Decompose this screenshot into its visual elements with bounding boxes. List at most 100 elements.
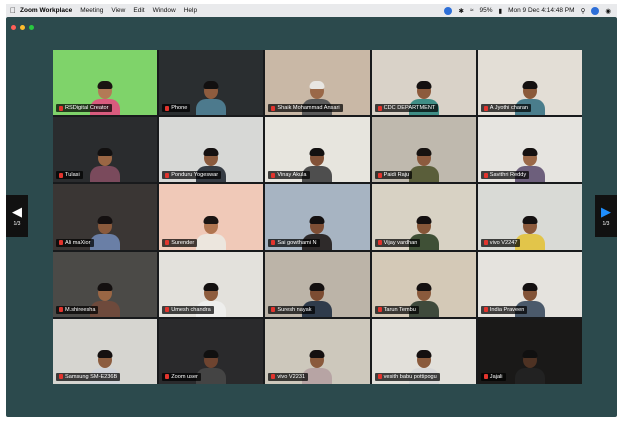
participant-name: Samsung SM-E236B: [65, 373, 118, 380]
participant-tile[interactable]: A Jyothi charan: [477, 50, 582, 116]
participant-tile[interactable]: Tulasi: [53, 117, 158, 183]
wifi-icon[interactable]: ≈: [470, 7, 474, 14]
menu-window[interactable]: Window: [153, 7, 176, 14]
participant-name: Tarun Tembu: [383, 306, 416, 313]
participant-tile[interactable]: Zoom user: [159, 318, 264, 384]
mac-menu-bar:  Zoom Workplace Meeting View Edit Windo…: [6, 4, 617, 17]
participant-video-figure: [514, 349, 545, 384]
participant-tile[interactable]: Surender: [159, 184, 264, 250]
participant-tile[interactable]: RSDigital Creator: [53, 50, 158, 116]
participant-name-label: Surender: [162, 238, 198, 247]
participant-tile[interactable]: Umesh chandra: [159, 251, 264, 317]
participant-name: Phone: [171, 105, 188, 112]
participant-tile[interactable]: CDC DEPARTMENT: [371, 50, 476, 116]
prev-page-indicator: 1/3: [13, 221, 21, 227]
menu-edit[interactable]: Edit: [133, 7, 144, 14]
participant-name-label: India Praveen: [480, 305, 528, 314]
participant-tile[interactable]: Ali maXior: [53, 184, 158, 250]
participant-name: Sai gowthami N: [277, 239, 317, 246]
menu-meeting[interactable]: Meeting: [80, 7, 103, 14]
close-window-icon[interactable]: [11, 25, 16, 30]
participant-tile[interactable]: Vinay Akula: [265, 117, 370, 183]
bluetooth-icon[interactable]: ✱: [458, 7, 463, 15]
participant-tile[interactable]: vesith babu pottipogu: [371, 318, 476, 384]
participant-name: Ali maXior: [65, 239, 91, 246]
minimize-window-icon[interactable]: [20, 25, 25, 30]
participant-tile[interactable]: Vijay vardhan: [371, 184, 476, 250]
participant-name: Zoom user: [171, 373, 198, 380]
participant-name-label: Umesh chandra: [162, 305, 214, 314]
participant-name-label: Paidi Raju: [374, 171, 413, 180]
participant-name: India Praveen: [489, 306, 525, 313]
muted-mic-icon: [271, 374, 276, 380]
participant-name: M.shireesha: [65, 306, 96, 313]
muted-mic-icon: [165, 374, 170, 380]
zoom-meeting-window: ◀ 1/3 ▶ 1/3 RSDigital Creator Phone Shaik …: [6, 17, 617, 417]
participant-name: Suresh nayak: [277, 306, 312, 313]
menu-app-name[interactable]: Zoom Workplace: [20, 7, 72, 14]
participant-video-figure: [90, 215, 121, 250]
clock[interactable]: Mon 9 Dec 4:14:48 PM: [508, 7, 574, 14]
participant-name-label: Tulasi: [56, 171, 83, 180]
muted-mic-icon: [483, 307, 488, 313]
participant-tile[interactable]: Paidi Raju: [371, 117, 476, 183]
participant-name: CDC DEPARTMENT: [383, 105, 436, 112]
participant-name: Shaik Mohammad Ansari: [277, 105, 340, 112]
control-center-icon[interactable]: [591, 6, 600, 15]
desktop-screen:  Zoom Workplace Meeting View Edit Windo…: [0, 0, 623, 421]
participant-tile[interactable]: vivo V2247: [477, 184, 582, 250]
chevron-right-icon: ▶: [601, 204, 611, 219]
status-area: ✱ ≈ 95% ▮ Mon 9 Dec 4:14:48 PM ⚲ ◉: [444, 6, 617, 15]
participant-tile[interactable]: Shaik Mohammad Ansari: [265, 50, 370, 116]
participant-name-label: RSDigital Creator: [56, 104, 112, 113]
participant-name-label: Zoom user: [162, 372, 201, 381]
participant-name-label: Vijay vardhan: [374, 238, 421, 247]
participant-tile[interactable]: M.shireesha: [53, 251, 158, 317]
muted-mic-icon: [377, 374, 382, 380]
muted-mic-icon: [483, 240, 488, 246]
participant-tile[interactable]: Jajali: [477, 318, 582, 384]
participant-tile[interactable]: India Praveen: [477, 251, 582, 317]
menu-help[interactable]: Help: [184, 7, 197, 14]
participant-name-label: Shaik Mohammad Ansari: [268, 104, 343, 113]
participant-tile[interactable]: Sai gowthami N: [265, 184, 370, 250]
apple-icon[interactable]: : [6, 6, 20, 15]
participant-tile[interactable]: Ponduru Yogeswar: [159, 117, 264, 183]
muted-mic-icon: [59, 307, 63, 313]
spotlight-icon[interactable]: ⚲: [581, 7, 586, 15]
participant-name-label: Vinay Akula: [268, 171, 310, 180]
muted-mic-icon: [59, 240, 63, 246]
participant-name: vivo V2247: [489, 239, 518, 246]
participant-name-label: Phone: [162, 104, 191, 113]
menu-view[interactable]: View: [111, 7, 125, 14]
participant-tile[interactable]: Samsung SM-E236B: [53, 318, 158, 384]
muted-mic-icon: [271, 105, 276, 111]
muted-mic-icon: [271, 172, 276, 178]
chevron-left-icon: ◀: [12, 204, 22, 219]
participant-video-figure: [196, 215, 227, 250]
participant-name-label: A Jyothi charan: [480, 104, 532, 113]
muted-mic-icon: [483, 105, 488, 111]
battery-percent[interactable]: 95%: [479, 7, 492, 14]
battery-icon: ▮: [498, 7, 503, 15]
participant-name: Jajali: [489, 373, 503, 380]
participant-name-label: Ponduru Yogeswar: [162, 171, 222, 180]
participant-video-figure: [408, 148, 439, 183]
siri-icon[interactable]: ◉: [605, 7, 611, 15]
participant-name: Ponduru Yogeswar: [171, 172, 219, 179]
participant-tile[interactable]: Savithri Reddy: [477, 117, 582, 183]
participant-tile[interactable]: Tarun Tembu: [371, 251, 476, 317]
previous-page-button[interactable]: ◀ 1/3: [6, 195, 28, 237]
participant-name-label: Jajali: [480, 372, 506, 381]
participant-name: Tulasi: [65, 172, 80, 179]
next-page-button[interactable]: ▶ 1/3: [595, 195, 617, 237]
participant-tile[interactable]: Suresh nayak: [265, 251, 370, 317]
maximize-window-icon[interactable]: [29, 25, 34, 30]
muted-mic-icon: [165, 240, 170, 246]
participant-name-label: vesith babu pottipogu: [374, 372, 440, 381]
participant-tile[interactable]: vivo V2231: [265, 318, 370, 384]
participant-tile[interactable]: Phone: [159, 50, 264, 116]
muted-mic-icon: [165, 105, 170, 111]
zoom-status-icon[interactable]: [444, 6, 453, 15]
participant-name-label: vivo V2247: [480, 238, 521, 247]
